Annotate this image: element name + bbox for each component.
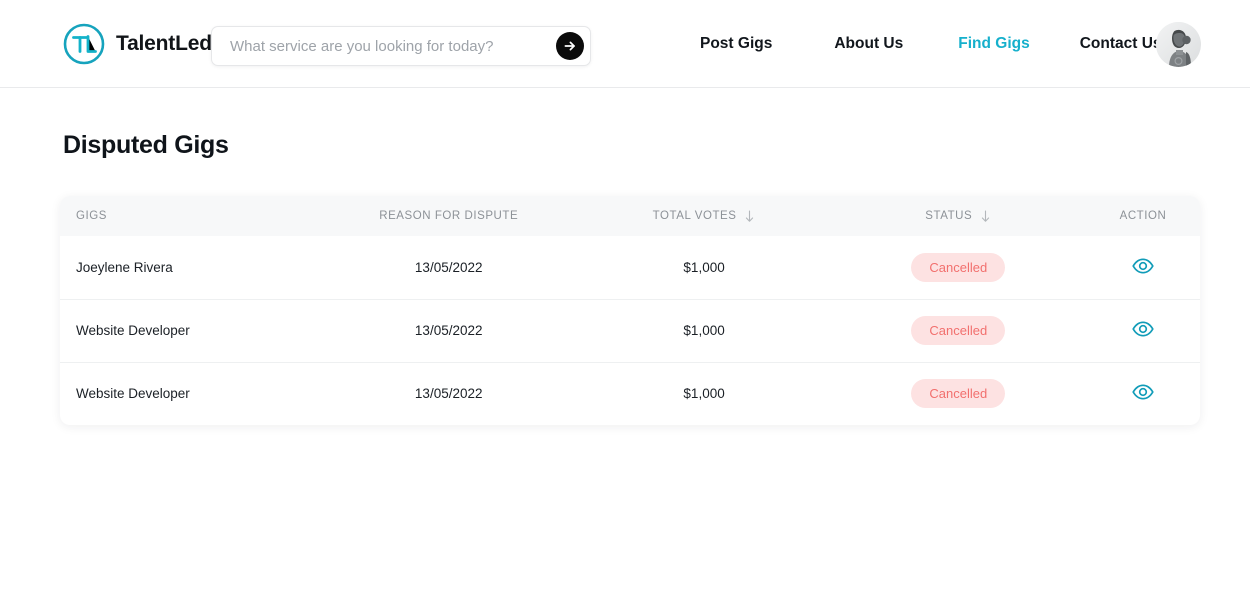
nav-link-contact-us[interactable]: Contact Us [1080, 35, 1162, 53]
sort-arrow-down-icon-votes[interactable] [744, 209, 755, 223]
column-header-status[interactable]: STATUS [830, 196, 1086, 236]
cell-action [1085, 298, 1200, 362]
cell-gig: Website Developer [60, 361, 320, 425]
main-navigation: Post Gigs About Us Find Gigs Contact Us [700, 0, 1162, 88]
column-label-action: ACTION [1119, 210, 1167, 222]
cell-votes: $1,000 [577, 361, 831, 425]
cell-gig: Joeylene Rivera [76, 259, 173, 275]
top-navbar: TalentLedger Post Gigs About Us Find Gig… [0, 0, 1250, 88]
cell-status: Cancelled [831, 236, 1086, 299]
view-gig-button[interactable] [1132, 384, 1154, 400]
eye-icon [1132, 321, 1154, 340]
search-input[interactable] [230, 37, 556, 55]
sort-arrow-down-icon-status[interactable] [980, 209, 991, 223]
column-header-total-votes[interactable]: TOTAL VOTES [577, 196, 831, 236]
status-badge: Cancelled [911, 252, 1006, 282]
disputed-gigs-table: GIGS REASON FOR DISPUTE TOTAL VOTES STAT… [60, 196, 1200, 425]
table-row[interactable]: Website Developer 13/05/2022 $1,000 Canc… [60, 361, 1200, 425]
avatar-photo-icon [1156, 22, 1201, 67]
search-submit-button[interactable] [556, 32, 584, 60]
view-gig-button[interactable] [1132, 258, 1154, 274]
page-title: Disputed Gigs [63, 131, 229, 159]
column-label-status: STATUS [925, 210, 973, 222]
table-header: GIGS REASON FOR DISPUTE TOTAL VOTES STAT… [60, 196, 1200, 236]
cell-votes: $1,000 [683, 259, 725, 275]
cell-status: Cancelled [830, 361, 1086, 425]
nav-link-find-gigs[interactable]: Find Gigs [958, 35, 1029, 53]
status-badge: Cancelled [911, 379, 1006, 409]
cell-votes: $1,000 [577, 298, 831, 362]
cell-reason: 13/05/2022 [319, 361, 578, 425]
cell-action [1085, 361, 1200, 425]
eye-icon [1132, 258, 1154, 277]
search-bar[interactable] [211, 26, 591, 66]
column-label-reason: REASON FOR DISPUTE [379, 210, 519, 222]
eye-icon [1132, 384, 1154, 403]
table-header-row: GIGS REASON FOR DISPUTE TOTAL VOTES STAT… [60, 196, 1200, 236]
cell-status: Cancelled [830, 298, 1086, 362]
table-body: Joeylene Rivera 13/05/2022 $1,000 Cancel… [60, 236, 1200, 425]
column-header-reason[interactable]: REASON FOR DISPUTE [319, 196, 578, 236]
table-row[interactable]: Website Developer 13/05/2022 $1,000 Canc… [60, 298, 1200, 362]
view-gig-button[interactable] [1132, 321, 1154, 337]
column-label-gigs: GIGS [76, 210, 107, 222]
column-header-action: ACTION [1085, 196, 1200, 236]
cell-reason: 13/05/2022 [414, 259, 483, 275]
table-row[interactable]: Joeylene Rivera 13/05/2022 $1,000 Cancel… [60, 236, 1200, 299]
cell-action [1086, 236, 1200, 299]
nav-link-about-us[interactable]: About Us [834, 35, 903, 53]
cell-gig: Website Developer [60, 298, 320, 362]
column-header-gigs[interactable]: GIGS [60, 196, 320, 236]
user-avatar[interactable] [1156, 22, 1201, 67]
cell-reason: 13/05/2022 [319, 298, 578, 362]
arrow-right-icon [563, 39, 577, 53]
status-badge: Cancelled [911, 316, 1006, 345]
nav-link-post-gigs[interactable]: Post Gigs [700, 35, 772, 53]
column-label-total-votes: TOTAL VOTES [652, 210, 737, 222]
talentledger-logo-icon [62, 22, 106, 66]
disputed-gigs-table-card: GIGS REASON FOR DISPUTE TOTAL VOTES STAT… [60, 196, 1200, 425]
